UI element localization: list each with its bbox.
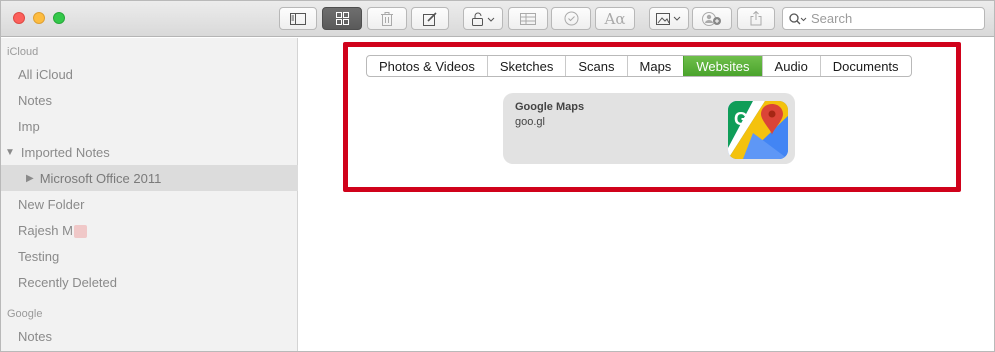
table-icon: [520, 12, 536, 25]
sidebar-item-recently-deleted[interactable]: Recently Deleted: [1, 269, 298, 295]
sidebar-item-label: Imported Notes: [20, 144, 110, 160]
tab-sketches[interactable]: Sketches: [486, 56, 565, 76]
compose-button[interactable]: [411, 7, 449, 30]
sidebar-item-rajesh-m[interactable]: Rajesh M: [1, 217, 298, 243]
share-icon: [750, 11, 762, 26]
sidebar-item-imp[interactable]: Imp: [1, 113, 298, 139]
checkmark-circle-icon: [564, 11, 578, 26]
photo-icon: [656, 12, 681, 25]
sidebar-item-label: Microsoft Office 2011: [39, 170, 162, 186]
sidebar-item-all-icloud[interactable]: All iCloud: [1, 61, 298, 87]
search-input[interactable]: [811, 11, 971, 26]
tab-audio[interactable]: Audio: [761, 56, 820, 76]
grid-icon: [335, 12, 349, 25]
card-title: Google Maps: [515, 101, 585, 113]
sidebar-item-new-folder[interactable]: New Folder: [1, 191, 298, 217]
notes-window: Aα Search iCloud All iCloud Notes Imp ▼ …: [0, 0, 995, 352]
disclosure-triangle-down-icon[interactable]: ▼: [5, 147, 15, 158]
trash-icon: [381, 11, 393, 26]
media-button[interactable]: [649, 7, 689, 30]
sidebar-item-notes[interactable]: Notes: [1, 87, 298, 113]
gallery-view-button[interactable]: [322, 7, 362, 30]
tab-documents[interactable]: Documents: [819, 56, 911, 76]
svg-text:G: G: [734, 109, 748, 129]
tab-scans[interactable]: Scans: [565, 56, 626, 76]
attachment-category-tabs: Photos & Videos Sketches Scans Maps Webs…: [366, 55, 912, 77]
search-field[interactable]: [782, 7, 985, 30]
sidebar: iCloud All iCloud Notes Imp ▼ Imported N…: [1, 38, 298, 351]
sidebar-icon: [290, 12, 306, 25]
add-person-icon: [702, 11, 721, 26]
text-format-icon: Aα: [604, 9, 626, 28]
google-maps-icon: G: [725, 98, 791, 160]
sidebar-item-label: Notes: [18, 92, 52, 108]
emoji-icon: [73, 224, 87, 238]
attachments-browser: Photos & Videos Sketches Scans Maps Webs…: [299, 38, 994, 351]
add-people-button[interactable]: [692, 7, 732, 30]
lock-icon: [472, 12, 495, 26]
website-attachment-card[interactable]: Google Maps goo.gl G: [503, 93, 795, 164]
sidebar-toggle-button[interactable]: [279, 7, 317, 30]
tab-maps[interactable]: Maps: [626, 56, 684, 76]
checklist-button[interactable]: [551, 7, 591, 30]
zoom-window-button[interactable]: [53, 12, 65, 24]
search-icon: [789, 12, 807, 24]
sidebar-item-label: Testing: [18, 248, 60, 264]
minimize-window-button[interactable]: [33, 12, 45, 24]
sidebar-section-header-icloud: iCloud: [7, 46, 39, 58]
sidebar-item-label: New Folder: [18, 196, 85, 212]
table-button[interactable]: [508, 7, 548, 30]
sidebar-item-label: Notes: [18, 328, 52, 344]
sidebar-item-google-notes[interactable]: Notes: [1, 323, 298, 349]
share-button[interactable]: [737, 7, 775, 30]
sidebar-item-testing[interactable]: Testing: [1, 243, 298, 269]
tab-photos-videos[interactable]: Photos & Videos: [367, 56, 487, 76]
sidebar-item-label: Recently Deleted: [18, 274, 117, 290]
lock-button[interactable]: [463, 7, 503, 30]
sidebar-item-label: All iCloud: [18, 66, 73, 82]
toolbar: Aα: [1, 1, 994, 37]
delete-button[interactable]: [367, 7, 407, 30]
sidebar-item-label: Rajesh M: [18, 222, 73, 238]
sidebar-item-microsoft-office-2011[interactable]: ▶ Microsoft Office 2011: [1, 165, 298, 191]
compose-icon: [423, 11, 437, 26]
card-domain: goo.gl: [515, 116, 545, 128]
sidebar-item-imported-notes[interactable]: ▼ Imported Notes: [1, 139, 298, 165]
sidebar-section-header-google: Google: [7, 308, 43, 320]
format-button[interactable]: Aα: [595, 7, 635, 30]
close-window-button[interactable]: [13, 12, 25, 24]
sidebar-item-label: Imp: [18, 118, 40, 134]
disclosure-triangle-right-icon[interactable]: ▶: [26, 173, 34, 184]
tab-websites[interactable]: Websites: [683, 56, 762, 76]
